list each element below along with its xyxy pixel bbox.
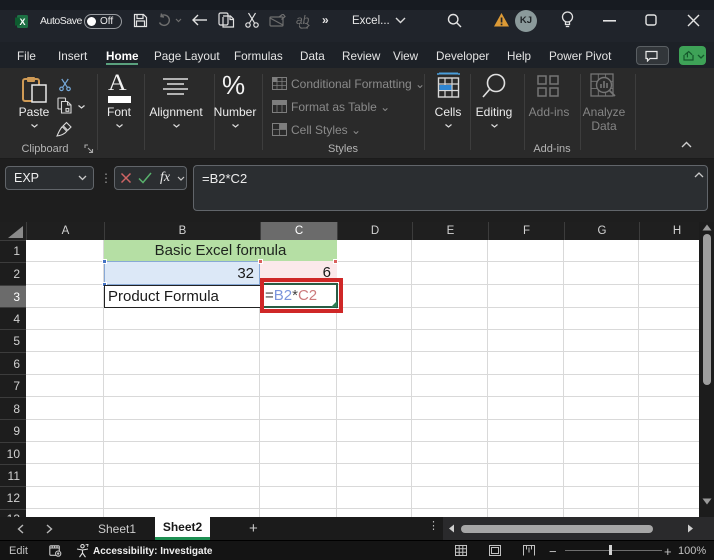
svg-text:X: X bbox=[19, 17, 25, 27]
